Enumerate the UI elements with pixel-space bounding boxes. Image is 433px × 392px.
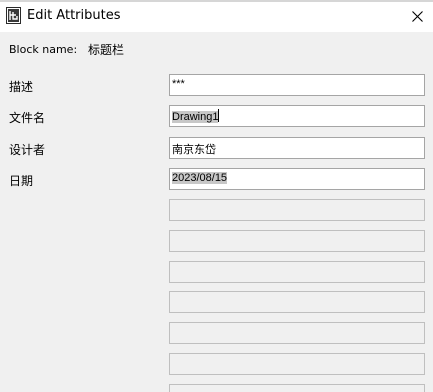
- title-bar: Edit Attributes: [0, 0, 433, 32]
- attribute-field-designer[interactable]: 南京东岱: [169, 137, 425, 159]
- attribute-label-filename: 文件名: [9, 111, 46, 125]
- attribute-value-date: 2023/08/15: [172, 172, 228, 184]
- empty-attribute-field: [169, 261, 425, 283]
- attribute-field-description[interactable]: ***: [169, 74, 425, 96]
- block-name-value: 标题栏: [88, 43, 125, 57]
- close-icon: [411, 7, 423, 26]
- attribute-field-date[interactable]: 2023/08/15: [169, 168, 425, 190]
- empty-attribute-field: [169, 322, 425, 344]
- edit-attributes-dialog: Edit Attributes Block name: 标题栏 描述 *** 文…: [0, 0, 433, 392]
- empty-attribute-field: [169, 230, 425, 252]
- empty-attribute-field: [169, 353, 425, 375]
- attribute-label-designer: 设计者: [9, 143, 46, 157]
- attribute-value-designer: 南京东岱: [172, 144, 216, 156]
- empty-attribute-field: [169, 291, 425, 313]
- autocad-app-icon: [6, 7, 21, 24]
- attribute-field-filename[interactable]: Drawing1: [169, 105, 425, 127]
- window-title: Edit Attributes: [27, 8, 121, 23]
- attribute-value-description: ***: [172, 78, 185, 90]
- text-cursor: [218, 109, 220, 122]
- close-button[interactable]: [401, 0, 433, 32]
- empty-attribute-field: [169, 384, 425, 392]
- block-name-label: Block name:: [9, 43, 78, 56]
- attribute-value-filename: Drawing1: [172, 111, 219, 123]
- attribute-label-date: 日期: [9, 174, 34, 188]
- empty-attribute-field: [169, 199, 425, 221]
- title-bar-edge: [0, 0, 433, 2]
- attribute-label-description: 描述: [9, 80, 34, 94]
